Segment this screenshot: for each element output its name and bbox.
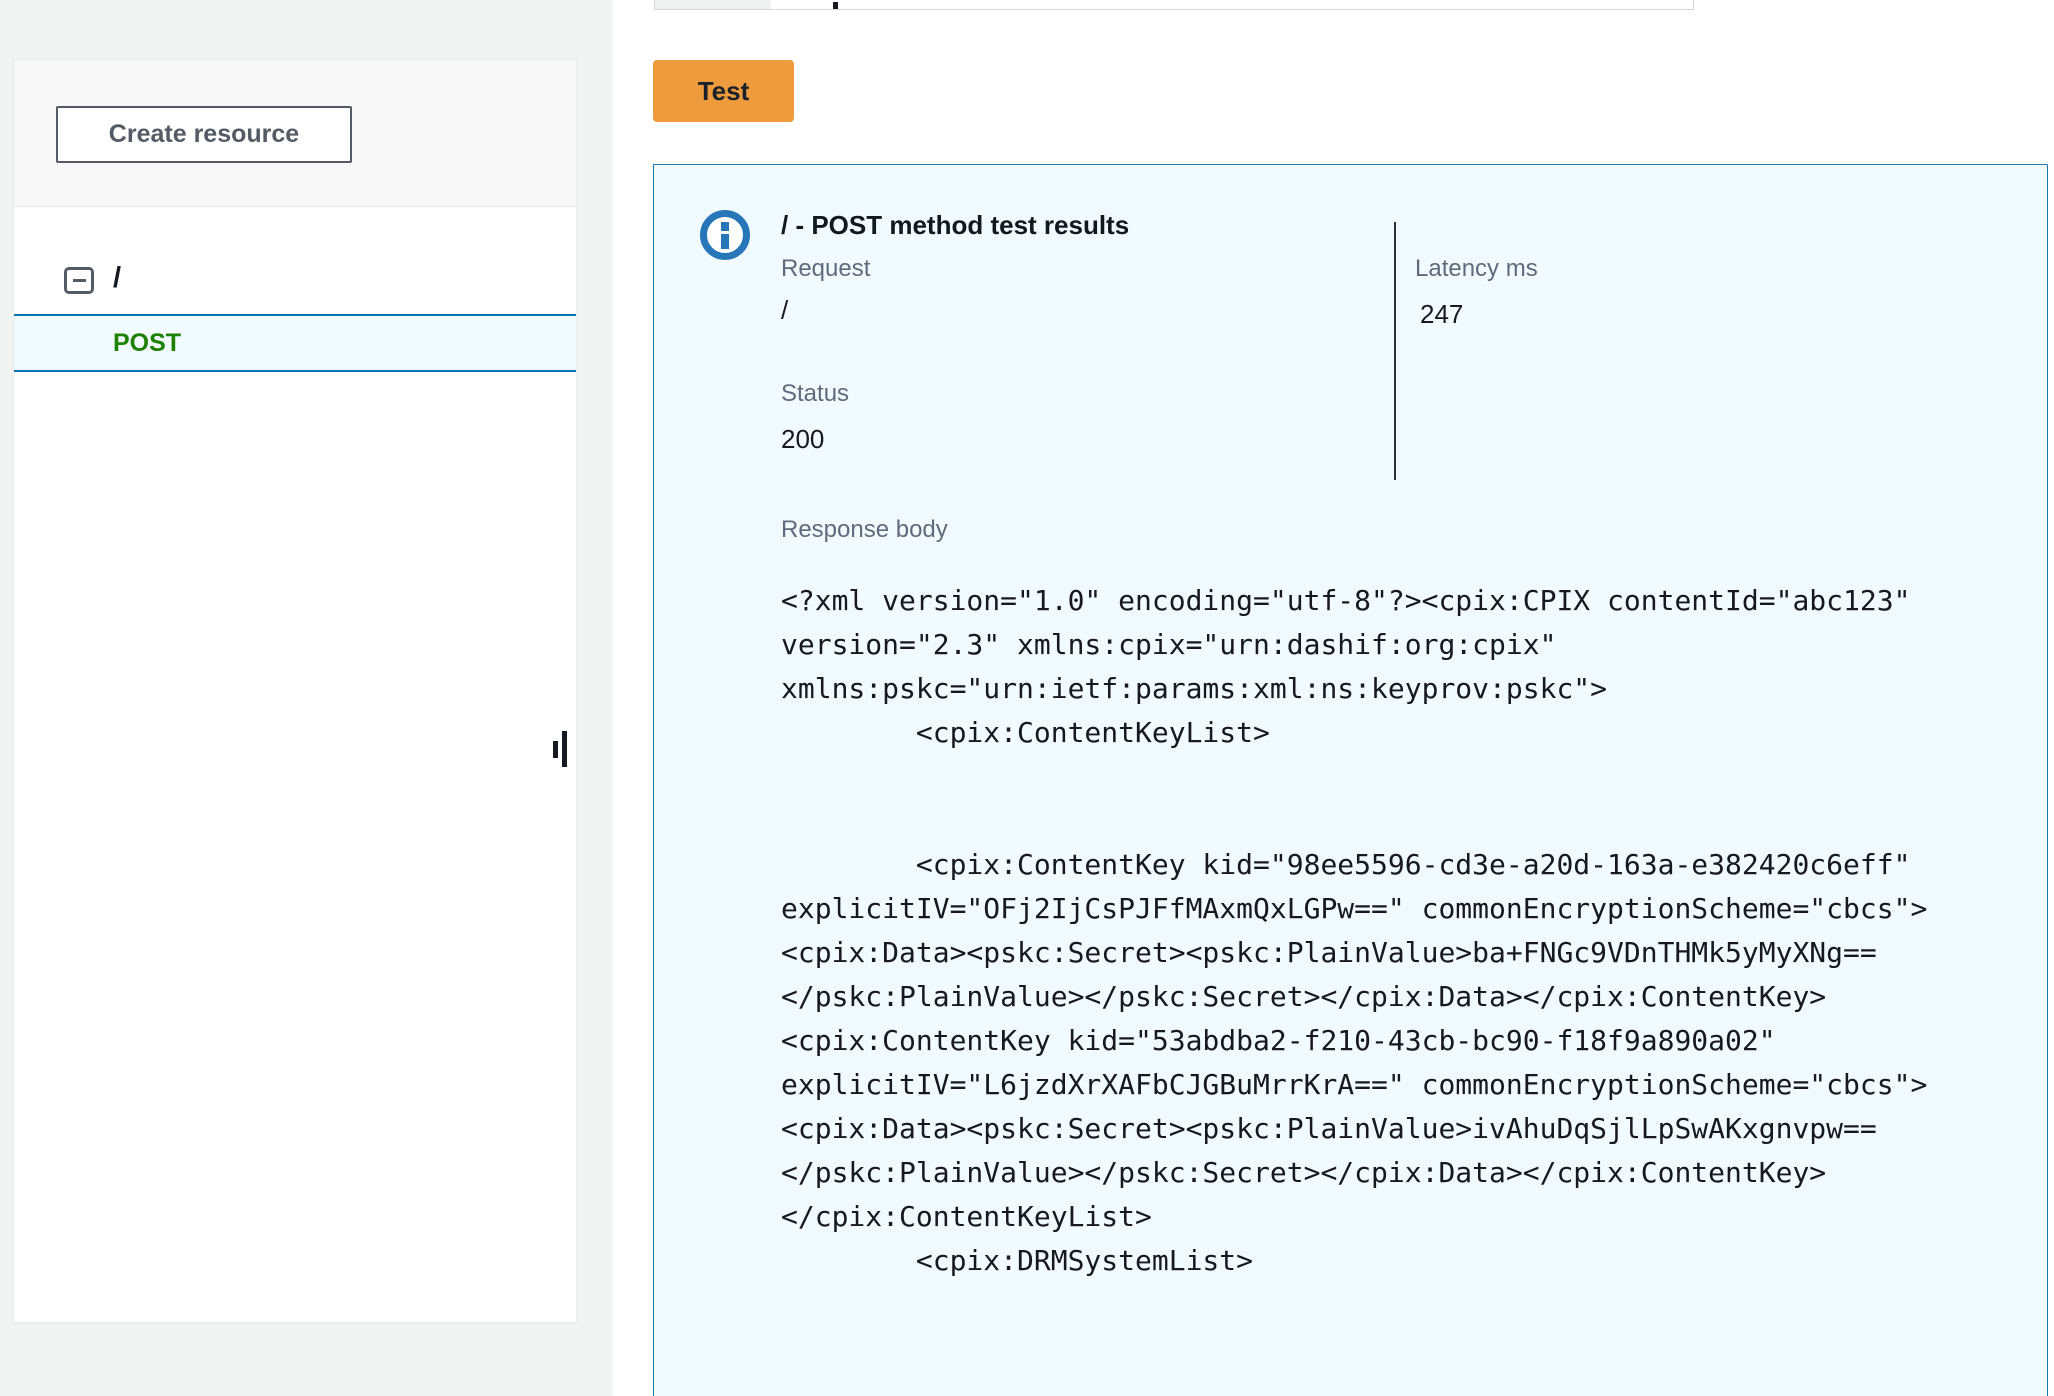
clipped-form-field [654, 0, 1694, 10]
request-value: / [781, 295, 789, 325]
response-body-text: <?xml version="1.0" encoding="utf-8"?><c… [781, 584, 1928, 1277]
resource-tree-root-row[interactable]: / [14, 256, 576, 314]
clipped-text-descender [833, 2, 838, 9]
response-body-label: Response body [781, 516, 948, 543]
sidebar-header: Create resource [14, 60, 576, 207]
latency-value: 247 [1420, 299, 1464, 329]
test-results-panel: / - POST method test results Request / S… [653, 164, 2048, 1396]
resources-sidebar: Create resource / POST [13, 59, 577, 1323]
create-resource-button[interactable]: Create resource [56, 106, 352, 163]
info-icon [699, 209, 751, 266]
method-label: POST [113, 328, 182, 357]
results-title: / - POST method test results [781, 210, 1130, 240]
method-row-post[interactable]: POST [14, 314, 576, 372]
column-divider [1394, 222, 1396, 480]
resource-root-label: / [113, 262, 122, 294]
latency-label: Latency ms [1415, 255, 1538, 282]
clipped-form-label-cell [655, 0, 771, 9]
collapse-minus-icon[interactable] [64, 267, 94, 294]
status-value: 200 [781, 424, 825, 454]
sidebar-resize-handle[interactable] [553, 731, 568, 767]
test-button[interactable]: Test [653, 60, 794, 122]
status-label: Status [781, 380, 850, 407]
request-label: Request [781, 255, 871, 282]
